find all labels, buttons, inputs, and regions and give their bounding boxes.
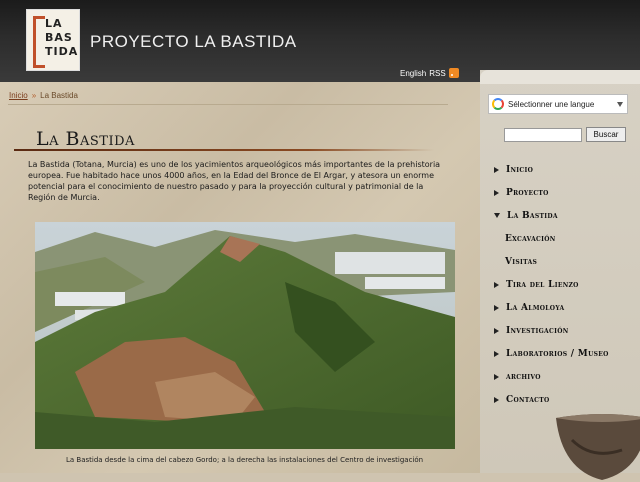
nav-label: La Almoloya: [506, 302, 565, 313]
nav-label: Excavación: [505, 233, 556, 244]
sidebar-nav: Inicio Proyecto La Bastida Excavación Vi…: [494, 158, 640, 411]
nav-label: Laboratorios / Museo: [506, 348, 609, 359]
triangle-right-icon: [494, 327, 499, 334]
sidebar: Sélectionner une langue Buscar Inicio Pr…: [480, 70, 640, 480]
logo-line-3: TIDA: [45, 45, 79, 58]
nav-label: Proyecto: [506, 187, 549, 198]
nav-label: Visitas: [505, 256, 538, 267]
site-logo[interactable]: LA BAS TIDA: [26, 9, 80, 71]
english-link[interactable]: English: [400, 69, 426, 78]
nav-label: La Bastida: [507, 210, 558, 221]
nav-label: Contacto: [506, 394, 550, 405]
rss-icon[interactable]: [448, 68, 459, 78]
sidebar-edge: [480, 70, 640, 84]
page-title: La Bastida: [36, 128, 135, 150]
rss-link[interactable]: RSS: [429, 69, 445, 78]
breadcrumb-divider: [8, 104, 448, 105]
google-icon: [492, 98, 504, 110]
nav-item-visitas[interactable]: Visitas: [494, 250, 640, 273]
landscape-illustration: [35, 222, 455, 449]
language-rss-bar: English RSS: [400, 68, 459, 78]
nav-label: Inicio: [506, 164, 534, 175]
language-selector-label: Sélectionner une langue: [508, 99, 595, 109]
landscape-photo: [35, 222, 455, 449]
nav-item-tira-del-lienzo[interactable]: Tira del Lienzo: [494, 273, 640, 296]
nav-item-laboratorios-museo[interactable]: Laboratorios / Museo: [494, 342, 640, 365]
triangle-right-icon: [494, 350, 499, 357]
triangle-right-icon: [494, 373, 499, 380]
triangle-right-icon: [494, 396, 499, 403]
photo-caption: La Bastida desde la cima del cabezo Gord…: [66, 456, 424, 464]
triangle-down-icon: [494, 213, 500, 218]
nav-item-inicio[interactable]: Inicio: [494, 158, 640, 181]
main-content: Inicio» La Bastida La Bastida La Bastida …: [0, 82, 480, 473]
chevron-down-icon: [617, 101, 623, 107]
nav-label: archivo: [506, 371, 541, 382]
language-selector[interactable]: Sélectionner une langue: [488, 94, 628, 114]
logo-line-2: BAS: [45, 31, 73, 44]
logo-bracket: [33, 16, 45, 68]
search-input[interactable]: [504, 128, 582, 142]
nav-item-la-almoloya[interactable]: La Almoloya: [494, 296, 640, 319]
title-divider: [14, 149, 434, 151]
nav-item-la-bastida[interactable]: La Bastida: [494, 204, 640, 227]
nav-item-contacto[interactable]: Contacto: [494, 388, 640, 411]
nav-label: Tira del Lienzo: [506, 279, 579, 290]
nav-item-proyecto[interactable]: Proyecto: [494, 181, 640, 204]
logo-line-1: LA: [45, 17, 63, 30]
nav-label: Investigación: [506, 325, 569, 336]
triangle-right-icon: [494, 304, 499, 311]
triangle-right-icon: [494, 166, 499, 173]
breadcrumb-separator: »: [31, 91, 37, 100]
site-title[interactable]: PROYECTO LA BASTIDA: [90, 32, 297, 52]
nav-item-excavacion[interactable]: Excavación: [494, 227, 640, 250]
ceramic-pot-image: [556, 414, 640, 480]
intro-paragraph: La Bastida (Totana, Murcia) es uno de lo…: [28, 160, 441, 202]
breadcrumb-home-link[interactable]: Inicio: [9, 91, 28, 100]
search-button[interactable]: Buscar: [586, 127, 626, 142]
triangle-right-icon: [494, 189, 499, 196]
breadcrumb: Inicio» La Bastida: [9, 91, 78, 100]
nav-item-archivo[interactable]: archivo: [494, 365, 640, 388]
triangle-right-icon: [494, 281, 499, 288]
breadcrumb-current: La Bastida: [40, 91, 78, 100]
nav-item-investigacion[interactable]: Investigación: [494, 319, 640, 342]
